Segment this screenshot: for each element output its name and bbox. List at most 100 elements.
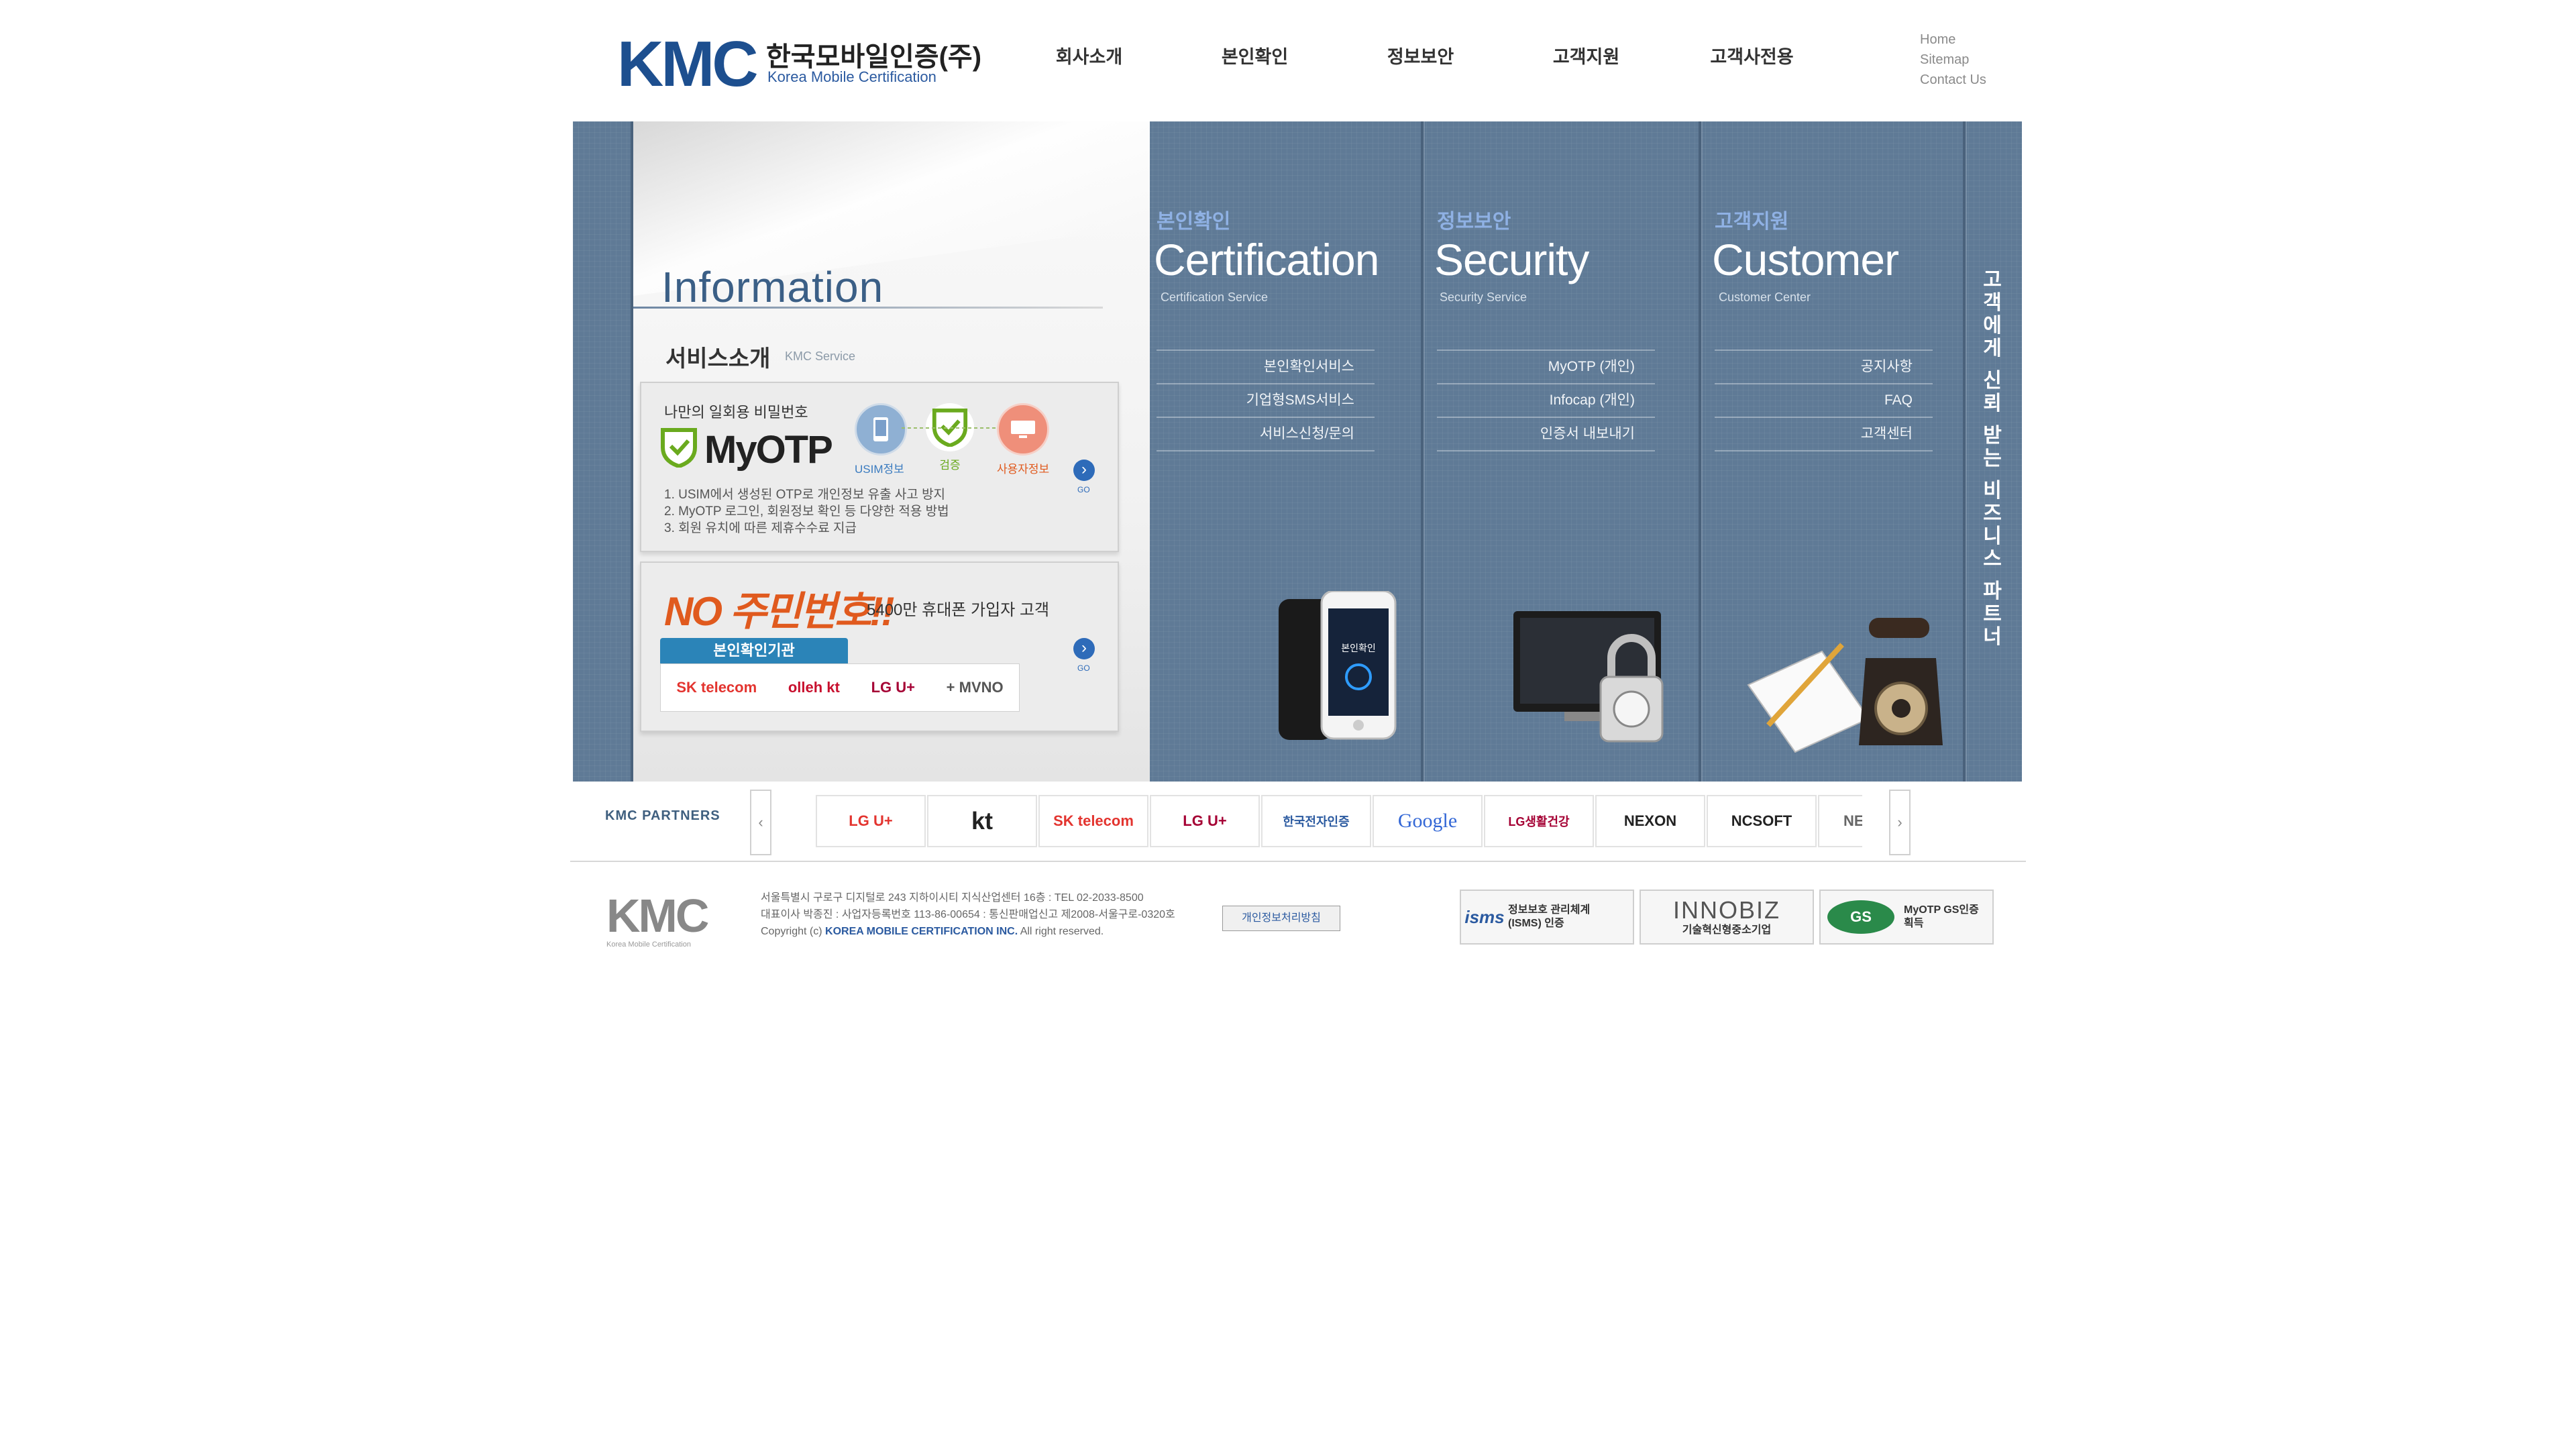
footer-logo-mark: KMC — [606, 890, 709, 942]
menu-item-customer-center[interactable]: 고객센터 — [1715, 417, 1933, 451]
feature-item: 2. MyOTP 로그인, 회원정보 확인 등 다양한 적용 방법 — [664, 504, 949, 519]
no-id-go-button[interactable]: › — [1073, 638, 1095, 659]
partner-logo[interactable]: SK telecom — [1038, 795, 1148, 847]
otp-step-label: 사용자정보 — [997, 463, 1050, 476]
service-section-title: 서비스소개 — [665, 346, 771, 372]
security-column[interactable]: 정보보안 Security Security Service MyOTP (개인… — [1424, 121, 1699, 782]
service-menu: 공지사항 FAQ 고객센터 — [1715, 350, 1933, 451]
slogan-glyph — [1979, 571, 2006, 580]
partner-logo[interactable]: 한국전자인증 — [1261, 795, 1371, 847]
nav-item-certification[interactable]: 본인확인 — [1172, 37, 1338, 77]
nav-item-security[interactable]: 정보보안 — [1338, 37, 1503, 77]
service-caption: Customer Center — [1719, 290, 1811, 304]
logo-mark: KMC — [617, 28, 759, 100]
partner-logo[interactable]: LG U+ — [816, 795, 926, 847]
otp-step-label: 검증 — [939, 459, 961, 472]
contact-us-link[interactable]: Contact Us — [1920, 70, 1986, 90]
slogan-glyph: 니 — [1983, 525, 2002, 547]
shield-check-icon — [660, 427, 698, 471]
cert-label: 기술혁신형중소기업 — [1682, 924, 1772, 936]
partner-logo[interactable]: kt — [927, 795, 1037, 847]
slogan-glyph: 너 — [1983, 626, 2002, 648]
copyright-company: KOREA MOBILE CERTIFICATION INC. — [825, 926, 1018, 937]
carrier-logos: SK telecom olleh kt LG U+ + MVNO — [660, 663, 1020, 712]
isms-cert-badge[interactable]: isms 정보보호 관리체계 (ISMS) 인증 — [1460, 890, 1634, 945]
feature-item: 3. 회원 유치에 따른 제휴수수료 지급 — [664, 521, 857, 535]
menu-item-export-certificate[interactable]: 인증서 내보내기 — [1437, 417, 1655, 451]
cert-label: MyOTP GS인증획득 — [1904, 904, 1979, 929]
certification-column[interactable]: 본인확인 Certification Certification Service… — [1143, 121, 1421, 782]
otp-step-usim: USIM정보 — [855, 403, 907, 476]
footer-divider — [570, 861, 2026, 862]
home-link[interactable]: Home — [1920, 30, 1986, 50]
partner-logo[interactable]: Google — [1373, 795, 1483, 847]
partner-logo[interactable]: LG생활건강 — [1484, 795, 1594, 847]
information-panel: Information 서비스소개 KMC Service 나만의 일회용 비밀… — [633, 121, 1150, 782]
partner-logo[interactable]: NEXON — [1595, 795, 1705, 847]
service-english-title: Security — [1434, 235, 1589, 284]
partners-next-button[interactable]: › — [1889, 790, 1911, 855]
partners-label: KMC PARTNERS — [605, 808, 720, 823]
slogan-glyph: 고 — [1983, 269, 2002, 291]
main-navigation: 회사소개 본인확인 정보보안 고객지원 고객사전용 — [1006, 37, 1835, 77]
menu-item-enterprise-sms[interactable]: 기업형SMS서비스 — [1157, 383, 1375, 417]
no-resident-number-card[interactable]: NO 주민번호!! 5400만 휴대폰 가입자 고객 본인확인기관 SK tel… — [640, 561, 1119, 732]
lg-uplus-logo: LG U+ — [871, 679, 915, 696]
myotp-go-button[interactable]: › — [1073, 460, 1095, 481]
monitor-icon — [997, 403, 1049, 455]
myotp-subtitle: 나만의 일회용 비밀번호 — [664, 404, 808, 421]
olleh-kt-logo: olleh kt — [788, 679, 840, 696]
slogan-glyph — [1979, 470, 2006, 480]
logo-english-name: Korea Mobile Certification — [767, 68, 936, 85]
service-section-subtitle: KMC Service — [785, 350, 856, 363]
otp-step-user: 사용자정보 — [997, 403, 1050, 476]
slogan-glyph: 받 — [1983, 425, 2002, 447]
menu-item-notice[interactable]: 공지사항 — [1715, 350, 1933, 383]
go-label: GO — [1077, 485, 1090, 494]
partners-prev-button[interactable]: ‹ — [750, 790, 771, 855]
kmc-logo[interactable]: KMC 한국모바일인증(주) Korea Mobile Certificatio… — [617, 27, 981, 101]
copyright-prefix: Copyright (c) — [761, 926, 822, 937]
partner-logo[interactable]: NEOWIZ — [1818, 795, 1862, 847]
nav-item-client-only[interactable]: 고객사전용 — [1669, 37, 1835, 77]
mobile-phone-icon — [855, 403, 907, 455]
slogan-glyph: 즈 — [1983, 502, 2002, 525]
slogan-glyph — [1979, 415, 2006, 425]
gs-cert-badge[interactable]: GS MyOTP GS인증획득 — [1819, 890, 1994, 945]
menu-item-faq[interactable]: FAQ — [1715, 383, 1933, 417]
slogan-glyph: 트 — [1983, 603, 2002, 625]
slogan-glyph: 스 — [1983, 548, 2002, 570]
menu-item-infocap[interactable]: Infocap (개인) — [1437, 383, 1655, 417]
no-id-title: NO 주민번호!! — [664, 589, 894, 634]
privacy-policy-button[interactable]: 개인정보처리방침 — [1222, 906, 1340, 931]
menu-item-myotp[interactable]: MyOTP (개인) — [1437, 350, 1655, 383]
isms-mark: isms — [1464, 906, 1505, 927]
nav-item-support[interactable]: 고객지원 — [1503, 37, 1669, 77]
footer-company-registration: 대표이사 박종진 : 사업자등록번호 113-86-00654 : 통신판매업신… — [761, 909, 1175, 920]
slogan-glyph: 신 — [1983, 370, 2002, 392]
vertical-slogan: 고객에게 신뢰 받는 비즈니스 파트너 — [1979, 269, 2006, 649]
partner-logo[interactable]: LG U+ — [1150, 795, 1260, 847]
menu-item-identity-service[interactable]: 본인확인서비스 — [1157, 350, 1375, 383]
sk-telecom-logo: SK telecom — [676, 679, 757, 696]
utility-navigation: Home Sitemap Contact Us — [1920, 30, 1986, 90]
service-korean-title: 본인확인 — [1157, 211, 1231, 233]
footer-company-info: 서울특별시 구로구 디지털로 243 지하이시티 지식산업센터 16층 : TE… — [761, 890, 1175, 940]
partners-carousel: LG U+ kt SK telecom LG U+ 한국전자인증 Google … — [816, 795, 1862, 847]
slogan-glyph: 비 — [1983, 480, 2002, 502]
go-label: GO — [1077, 663, 1090, 673]
partner-logo[interactable]: NCSOFT — [1707, 795, 1817, 847]
gs-mark: GS — [1827, 900, 1894, 934]
footer-address: 서울특별시 구로구 디지털로 243 지하이시티 지식산업센터 16층 : TE… — [761, 892, 1144, 904]
sitemap-link[interactable]: Sitemap — [1920, 50, 1986, 70]
menu-item-apply-inquiry[interactable]: 서비스신청/문의 — [1157, 417, 1375, 451]
main-visual: Information 서비스소개 KMC Service 나만의 일회용 비밀… — [573, 121, 2022, 782]
nav-item-company[interactable]: 회사소개 — [1006, 37, 1172, 77]
customer-column[interactable]: 고객지원 Customer Customer Center 공지사항 FAQ 고… — [1701, 121, 1963, 782]
service-korean-title: 고객지원 — [1715, 211, 1789, 233]
title-underline — [633, 307, 1103, 309]
feature-item: 1. USIM에서 생성된 OTP로 개인정보 유출 사고 방지 — [664, 488, 946, 502]
myotp-card[interactable]: 나만의 일회용 비밀번호 MyOTP USIM정보 검증 사용자정보 1. US… — [640, 382, 1119, 552]
innobiz-cert-badge[interactable]: INNOBIZ 기술혁신형중소기업 — [1640, 890, 1814, 945]
myotp-name: MyOTP — [704, 428, 833, 472]
